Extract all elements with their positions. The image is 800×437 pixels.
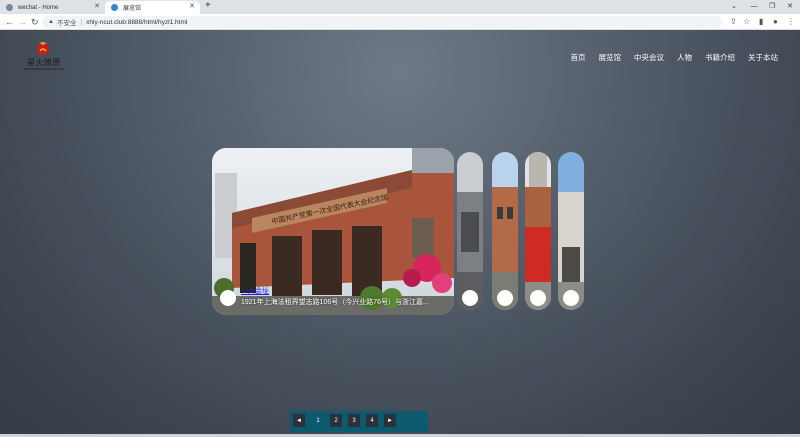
carousel-card-2[interactable] — [457, 152, 483, 310]
warning-icon: ▲ — [48, 19, 54, 25]
slide-caption: 1921年上海法租界望志路106号（今兴业路76号）与浙江嘉... — [241, 299, 429, 306]
main-nav: 首页 展览馆 中央会议 人物 书籍介绍 关于本站 — [558, 52, 779, 63]
next-page-button[interactable]: ► — [384, 414, 396, 427]
menu-icon[interactable]: ⋮ — [787, 16, 795, 28]
tab-title: 展览馆 — [123, 6, 142, 12]
slide-indicator-dot[interactable] — [530, 290, 546, 306]
slide-indicator-dot[interactable] — [563, 290, 579, 306]
nav-central-meetings[interactable]: 中央会议 — [634, 52, 664, 63]
globe-icon — [6, 4, 13, 11]
forward-icon[interactable]: → — [18, 16, 27, 28]
tab-title: wechat - Home — [18, 4, 59, 11]
slide-thumbnail-photo — [492, 152, 518, 310]
page-button-1[interactable]: 1 — [312, 414, 324, 427]
close-window-icon[interactable]: ✕ — [782, 0, 798, 14]
slide-thumbnail-photo — [457, 152, 483, 310]
carousel-card-3[interactable] — [492, 152, 518, 310]
address-input[interactable]: ▲ 不安全 | xhly-ncut.club:8888/html/hyzl1.h… — [42, 16, 722, 28]
site-logo[interactable]: 星火燎原 — [22, 40, 66, 74]
divider: | — [80, 18, 83, 26]
url-text: xhly-ncut.club:8888/html/hyzl1.html — [86, 18, 188, 26]
browser-tab-bar: wechat - Home ✕ 展览馆 ✕ + ⌄ — ❐ ✕ — [0, 0, 800, 14]
page-background: 星火燎原 首页 展览馆 中央会议 人物 书籍介绍 关于本站 中国共产党第一次全国… — [0, 30, 800, 437]
slide-indicator-dot[interactable] — [497, 290, 513, 306]
slide-thumbnail-photo — [525, 152, 551, 310]
slide-indicator-dot[interactable] — [462, 290, 478, 306]
carousel-card-4[interactable] — [525, 152, 551, 310]
nav-home[interactable]: 首页 — [571, 52, 586, 63]
restore-icon[interactable]: ❐ — [764, 0, 780, 14]
page-button-3[interactable]: 3 — [348, 414, 360, 427]
carousel-card-5[interactable] — [558, 152, 584, 310]
sidebar-icon[interactable]: ▮ — [759, 16, 763, 28]
nav-people[interactable]: 人物 — [677, 52, 692, 63]
tab-list-chevron-icon[interactable]: ⌄ — [726, 0, 742, 14]
back-icon[interactable]: ← — [5, 16, 14, 28]
tab-wechat[interactable]: wechat - Home ✕ — [0, 1, 105, 14]
close-tab-icon[interactable]: ✕ — [94, 2, 100, 10]
share-icon[interactable]: ⇪ — [730, 16, 737, 28]
site-favicon-icon — [111, 4, 118, 11]
slide-indicator-dot[interactable] — [220, 290, 236, 306]
slide-title-link[interactable]: 一大会址 — [241, 286, 269, 296]
page-button-2[interactable]: 2 — [330, 414, 342, 427]
pagination: ◄ 1 2 3 4 ► — [290, 411, 428, 432]
slide-thumbnail-photo — [558, 152, 584, 310]
logo-underline — [24, 68, 64, 70]
prev-page-button[interactable]: ◄ — [293, 414, 305, 427]
close-tab-icon[interactable]: ✕ — [189, 2, 195, 10]
carousel-card-active[interactable]: 中国共产党第一次全国代表大会纪念馆 一大会址 1921年上海法租界望志路106号… — [212, 148, 454, 315]
nav-about[interactable]: 关于本站 — [748, 52, 778, 63]
minimize-icon[interactable]: — — [746, 0, 762, 14]
nav-books[interactable]: 书籍介绍 — [705, 52, 735, 63]
security-label: 不安全 — [56, 20, 77, 27]
tab-exhibition[interactable]: 展览馆 ✕ — [105, 1, 200, 14]
profile-icon[interactable]: ● — [773, 16, 778, 28]
nav-exhibition[interactable]: 展览馆 — [599, 52, 622, 63]
bookmark-star-icon[interactable]: ☆ — [743, 16, 750, 28]
flame-flag-icon — [37, 42, 49, 55]
new-tab-button[interactable]: + — [205, 0, 211, 11]
address-bar-row: ← → ↻ ▲ 不安全 | xhly-ncut.club:8888/html/h… — [0, 14, 800, 30]
logo-text: 星火燎原 — [27, 58, 61, 67]
page-button-4[interactable]: 4 — [366, 414, 378, 427]
reload-icon[interactable]: ↻ — [31, 16, 39, 28]
